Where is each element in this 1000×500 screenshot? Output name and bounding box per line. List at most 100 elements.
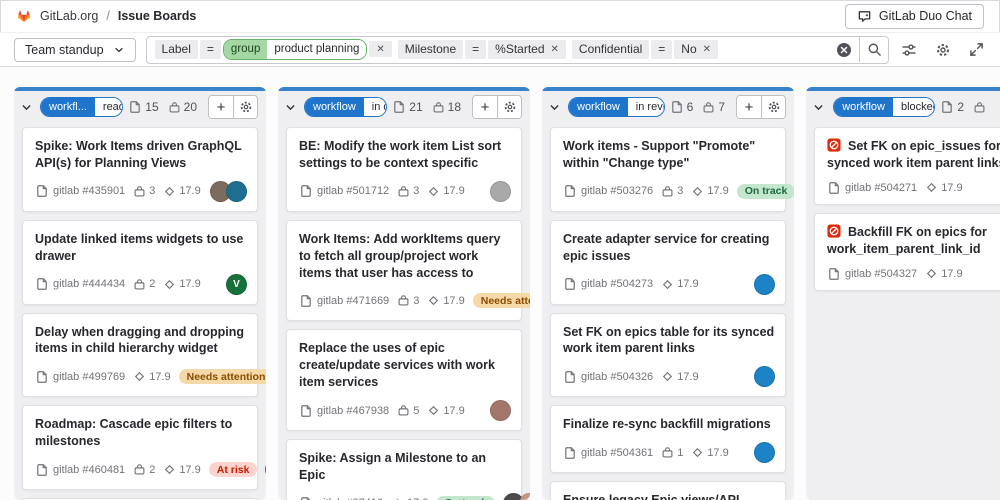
weight-icon: [397, 294, 410, 307]
collapse-column-button[interactable]: [810, 101, 828, 114]
breadcrumb-group-link[interactable]: GitLab.org: [40, 9, 98, 23]
filter-bar: Team standup Label=groupproduct planning…: [0, 33, 1000, 67]
card-iteration: 17.9: [427, 185, 464, 198]
column-settings-button[interactable]: [761, 96, 785, 118]
avatar[interactable]: V: [226, 274, 247, 295]
avatar[interactable]: [754, 274, 775, 295]
board-card[interactable]: Delay when dragging and dropping items i…: [22, 313, 258, 398]
weight-icon: [702, 101, 715, 114]
board-card[interactable]: Replace the uses of epic create/update s…: [286, 329, 522, 431]
issue-reference-text: gitlab #467938: [317, 405, 389, 417]
collapse-column-button[interactable]: [546, 101, 563, 114]
board-card[interactable]: Spike: Assign a Milestone to an Epicgitl…: [286, 439, 522, 500]
avatar[interactable]: [490, 400, 511, 421]
column-settings-button[interactable]: [233, 96, 257, 118]
card-meta: gitlab #444434217.9V: [35, 274, 247, 295]
issue-type-icon: [827, 181, 841, 195]
breadcrumb: GitLab.org / Issue Boards: [16, 8, 196, 24]
card-weight: 3: [397, 185, 419, 198]
issue-type-icon: [35, 370, 49, 384]
board-card[interactable]: BE: Modify the work item List sort setti…: [286, 127, 522, 212]
board-card[interactable]: Ensure legacy Epic views/API return the …: [550, 481, 786, 500]
card-meta: gitlab #50427117.9: [827, 181, 1000, 195]
assignee-avatars: [210, 181, 247, 202]
sort-sliders-button[interactable]: [899, 40, 919, 60]
board-switcher-dropdown[interactable]: Team standup: [14, 38, 136, 62]
chevron-down-icon: [284, 101, 297, 114]
card-iteration: 17.9: [661, 278, 698, 291]
column-weight-count: 20: [168, 100, 197, 114]
collapse-column-button[interactable]: [282, 101, 299, 114]
avatar[interactable]: [226, 181, 247, 202]
breadcrumb-separator: /: [106, 9, 109, 23]
fullscreen-button[interactable]: [967, 40, 986, 59]
column-issue-count: 15: [128, 100, 158, 114]
board-card[interactable]: Finalize re-sync backfill migrationsgitl…: [550, 405, 786, 473]
issue-count-icon: [670, 100, 684, 114]
column-settings-button[interactable]: [497, 96, 521, 118]
card-title-text: Replace the uses of epic create/update s…: [299, 341, 495, 389]
board-switcher-label: Team standup: [25, 43, 104, 57]
issue-type-icon: [563, 277, 577, 291]
search-button[interactable]: [865, 40, 884, 59]
board-card[interactable]: Spike: Work Items driven GraphQL API(s) …: [22, 127, 258, 212]
board-card[interactable]: Create adapter service for creating epic…: [550, 220, 786, 305]
card-weight-value: 1: [677, 447, 683, 459]
duo-chat-button[interactable]: GitLab Duo Chat: [845, 4, 984, 29]
clear-filters-button[interactable]: [834, 40, 854, 60]
remove-token-button[interactable]: ✕: [369, 41, 391, 57]
token-value: No✕: [674, 40, 718, 59]
blocked-icon: [827, 138, 841, 152]
card-iteration: 17.9: [925, 267, 962, 280]
filter-token[interactable]: Confidential=No✕: [572, 39, 718, 60]
column-header: workfl...ready for developme...1520+: [14, 91, 266, 123]
column-card-list: Work items - Support "Promote" within "C…: [542, 123, 794, 500]
collapse-column-button[interactable]: [18, 101, 35, 114]
issue-reference: gitlab #467938: [299, 404, 389, 418]
filtered-search-input[interactable]: Label=groupproduct planning✕ Milestone=%S…: [146, 36, 889, 64]
card-iteration: 17.9: [691, 446, 728, 459]
add-card-button[interactable]: +: [737, 96, 761, 118]
column-issue-count: 2: [940, 100, 964, 114]
board-card[interactable]: Work items - Support "Promote" within "C…: [550, 127, 786, 212]
column-actions: +: [472, 95, 522, 119]
remove-token-button[interactable]: ✕: [551, 44, 559, 55]
gear-icon: [767, 100, 781, 114]
filter-token[interactable]: Milestone=%Started✕: [398, 39, 566, 60]
board-card[interactable]: Update linked items widgets to use drawe…: [22, 220, 258, 305]
board-card[interactable]: Work Items: Add workItems query to fetch…: [286, 220, 522, 322]
card-title-text: Backfill FK on epics for work_item_paren…: [827, 225, 987, 256]
board-card[interactable]: Set FK on epic_issues for its synced wor…: [814, 127, 1000, 205]
board-config-button[interactable]: [933, 40, 953, 60]
iteration-diamond-icon: [925, 267, 938, 280]
card-weight-value: 5: [413, 405, 419, 417]
iteration-diamond-icon: [691, 185, 704, 198]
add-card-button[interactable]: +: [209, 96, 233, 118]
avatar[interactable]: [490, 181, 511, 202]
column-weight-count: 7: [702, 100, 725, 114]
remove-token-button[interactable]: ✕: [703, 44, 711, 55]
card-title-text: Finalize re-sync backfill migrations: [563, 417, 771, 431]
assignee-avatars: [490, 400, 511, 421]
issue-reference-text: gitlab #444434: [53, 278, 125, 290]
avatar[interactable]: [265, 459, 266, 480]
avatar[interactable]: [754, 366, 775, 387]
board-card[interactable]: Roadmap: Cascade epic filters to milesto…: [22, 405, 258, 490]
board-card[interactable]: Set FK on epics table for its synced wor…: [550, 313, 786, 398]
card-title-text: Spike: Assign a Milestone to an Epic: [299, 451, 486, 482]
filter-token[interactable]: Label=groupproduct planning✕: [155, 39, 392, 60]
scoped-label-token: groupproduct planning: [223, 39, 367, 60]
avatar[interactable]: [754, 442, 775, 463]
scoped-label-key: group: [224, 40, 267, 59]
add-card-button[interactable]: +: [473, 96, 497, 118]
board-card[interactable]: Backfill FK on epics for work_item_paren…: [814, 213, 1000, 291]
circle-x-icon: [836, 42, 852, 58]
column-label-value: blocked: [893, 98, 935, 117]
issue-reference-text: gitlab #471669: [317, 295, 389, 307]
card-iteration-value: 17.9: [179, 464, 200, 476]
card-title-text: Update linked items widgets to use drawe…: [35, 232, 243, 263]
card-iteration-value: 17.9: [707, 185, 728, 197]
card-iteration-value: 17.9: [149, 371, 170, 383]
weight-icon: [133, 185, 146, 198]
column-header: workflowblocked2+: [806, 91, 1000, 123]
